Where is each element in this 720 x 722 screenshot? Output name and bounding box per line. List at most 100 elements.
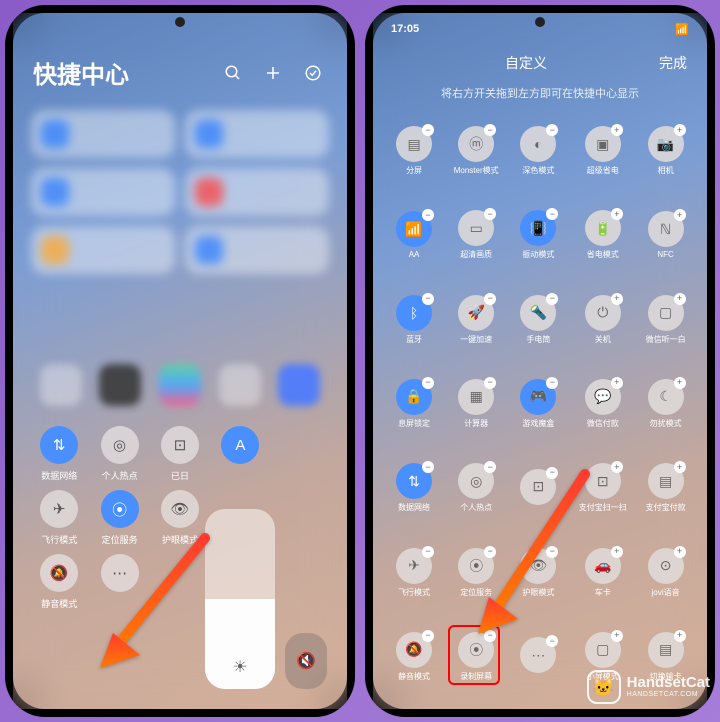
toggle-label: 关机: [595, 334, 611, 345]
toggle-item[interactable]: ▦− 计算器: [447, 364, 505, 444]
toggle-icon: A: [221, 426, 259, 464]
add-badge-icon[interactable]: +: [611, 546, 623, 558]
tile[interactable]: [31, 168, 175, 216]
toggle-item[interactable]: ✈−飞行模式: [385, 532, 443, 612]
remove-badge-icon[interactable]: −: [422, 546, 434, 558]
add-badge-icon[interactable]: +: [674, 546, 686, 558]
remove-badge-icon[interactable]: −: [422, 293, 434, 305]
toggle-label: 车卡: [595, 587, 611, 598]
remove-badge-icon[interactable]: −: [546, 293, 558, 305]
toggle-item[interactable]: ⓜ−Monster模式: [447, 111, 505, 191]
toggle-icon: ✈−: [396, 548, 432, 584]
toggle-item[interactable]: ▭−超清画质: [447, 195, 505, 275]
toggle-label: 相机: [658, 165, 674, 176]
add-badge-icon[interactable]: +: [674, 124, 686, 136]
toggle-item[interactable]: ⇅− 数据网络: [385, 448, 443, 528]
toggle-item[interactable]: ⊙+jovi语音: [636, 532, 695, 612]
toggle-item[interactable]: 🔒−息屏锁定: [385, 364, 443, 444]
quick-toggle[interactable]: ⊡已日: [154, 426, 206, 482]
add-badge-icon[interactable]: +: [674, 630, 686, 642]
remove-badge-icon[interactable]: −: [422, 461, 434, 473]
toggle-item[interactable]: ▢+ 微信听一白: [636, 280, 695, 360]
toggle-icon: ℕ+: [648, 211, 684, 247]
app-icon[interactable]: [278, 364, 320, 406]
tile[interactable]: [185, 110, 329, 158]
quick-toggle[interactable]: A: [214, 426, 266, 482]
remove-badge-icon[interactable]: −: [546, 377, 558, 389]
tiles-area: [13, 100, 347, 284]
quick-toggle[interactable]: ◎个人热点: [93, 426, 145, 482]
remove-badge-icon[interactable]: −: [484, 208, 496, 220]
toggle-label: 微信听一白: [646, 334, 686, 345]
toggle-label: 振动模式: [522, 249, 554, 260]
toggle-label: 计算器: [464, 418, 488, 429]
toggle-item[interactable]: ᛒ−蓝牙: [385, 280, 443, 360]
remove-badge-icon[interactable]: −: [484, 124, 496, 136]
toggle-label: Monster模式: [454, 165, 499, 176]
add-badge-icon[interactable]: +: [611, 461, 623, 473]
toggle-item[interactable]: ◐−深色模式: [509, 111, 567, 191]
toggle-icon: 📷+: [648, 126, 684, 162]
add-badge-icon[interactable]: +: [611, 124, 623, 136]
check-icon[interactable]: [299, 59, 327, 87]
toggle-icon: ▣+: [585, 126, 621, 162]
toggle-icon: ⇅−: [396, 463, 432, 499]
toggle-item[interactable]: ℕ+NFC: [636, 195, 695, 275]
toggle-item[interactable]: ☾+勿扰模式: [636, 364, 695, 444]
tile[interactable]: [31, 226, 175, 274]
add-badge-icon[interactable]: +: [611, 208, 623, 220]
add-badge-icon[interactable]: +: [674, 209, 686, 221]
toggle-item[interactable]: 📷+ 相机: [636, 111, 695, 191]
toggle-item[interactable]: ▣+超级省电: [573, 111, 632, 191]
app-icon[interactable]: [219, 364, 261, 406]
remove-badge-icon[interactable]: −: [484, 293, 496, 305]
add-badge-icon[interactable]: +: [611, 630, 623, 642]
dock: [13, 344, 347, 416]
add-badge-icon[interactable]: +: [674, 293, 686, 305]
add-badge-icon[interactable]: +: [674, 461, 686, 473]
quick-toggle[interactable]: ⇅数据网络: [33, 426, 85, 482]
remove-badge-icon[interactable]: −: [546, 124, 558, 136]
app-icon[interactable]: [40, 364, 82, 406]
toggle-item[interactable]: ⏻+关机: [573, 280, 632, 360]
toggle-item[interactable]: 💬+微信付款: [573, 364, 632, 444]
remove-badge-icon[interactable]: −: [422, 630, 434, 642]
add-badge-icon[interactable]: +: [611, 377, 623, 389]
remove-badge-icon[interactable]: −: [484, 377, 496, 389]
toggle-label: 数据网络: [398, 502, 430, 513]
tile[interactable]: [185, 168, 329, 216]
watermark: 🐱 HandsetCat HANDSETCAT.COM: [587, 670, 710, 704]
tile[interactable]: [185, 226, 329, 274]
done-button[interactable]: 完成: [659, 53, 687, 73]
remove-badge-icon[interactable]: −: [422, 377, 434, 389]
toggle-item[interactable]: 📶−AA: [385, 195, 443, 275]
toggle-item[interactable]: ▤−分屏: [385, 111, 443, 191]
remove-badge-icon[interactable]: −: [422, 209, 434, 221]
app-icon[interactable]: [159, 364, 201, 406]
remove-badge-icon[interactable]: −: [546, 208, 558, 220]
toggle-item[interactable]: 🔋+省电模式: [573, 195, 632, 275]
toggle-item[interactable]: 🎮−游戏魔盒: [509, 364, 567, 444]
toggle-icon: ⊡: [161, 426, 199, 464]
toggle-item[interactable]: 📳−振动模式: [509, 195, 567, 275]
toggle-icon: ▦−: [458, 379, 494, 415]
toggle-item[interactable]: ▤+支付宝付款: [636, 448, 695, 528]
toggle-item[interactable]: 🔕−静音模式: [385, 617, 443, 697]
toggle-item[interactable]: 🚀−一键加速: [447, 280, 505, 360]
app-icon[interactable]: [99, 364, 141, 406]
toggle-icon: ▢+: [648, 295, 684, 331]
toggle-label: 手电筒: [526, 334, 550, 345]
toggle-icon: ▤+: [648, 632, 684, 668]
add-badge-icon[interactable]: +: [611, 293, 623, 305]
toggle-item[interactable]: 🔦−手电筒: [509, 280, 567, 360]
add-badge-icon[interactable]: +: [674, 377, 686, 389]
toggle-label: jovi语音: [652, 587, 680, 598]
customize-title: 自定义: [505, 53, 547, 73]
mute-button[interactable]: 🔇: [285, 633, 327, 689]
remove-badge-icon[interactable]: −: [422, 124, 434, 136]
brightness-slider[interactable]: ☀: [205, 509, 275, 689]
tile[interactable]: [31, 110, 175, 158]
add-icon[interactable]: [259, 59, 287, 87]
search-icon[interactable]: [219, 59, 247, 87]
toggle-label: 游戏魔盒: [522, 418, 554, 429]
